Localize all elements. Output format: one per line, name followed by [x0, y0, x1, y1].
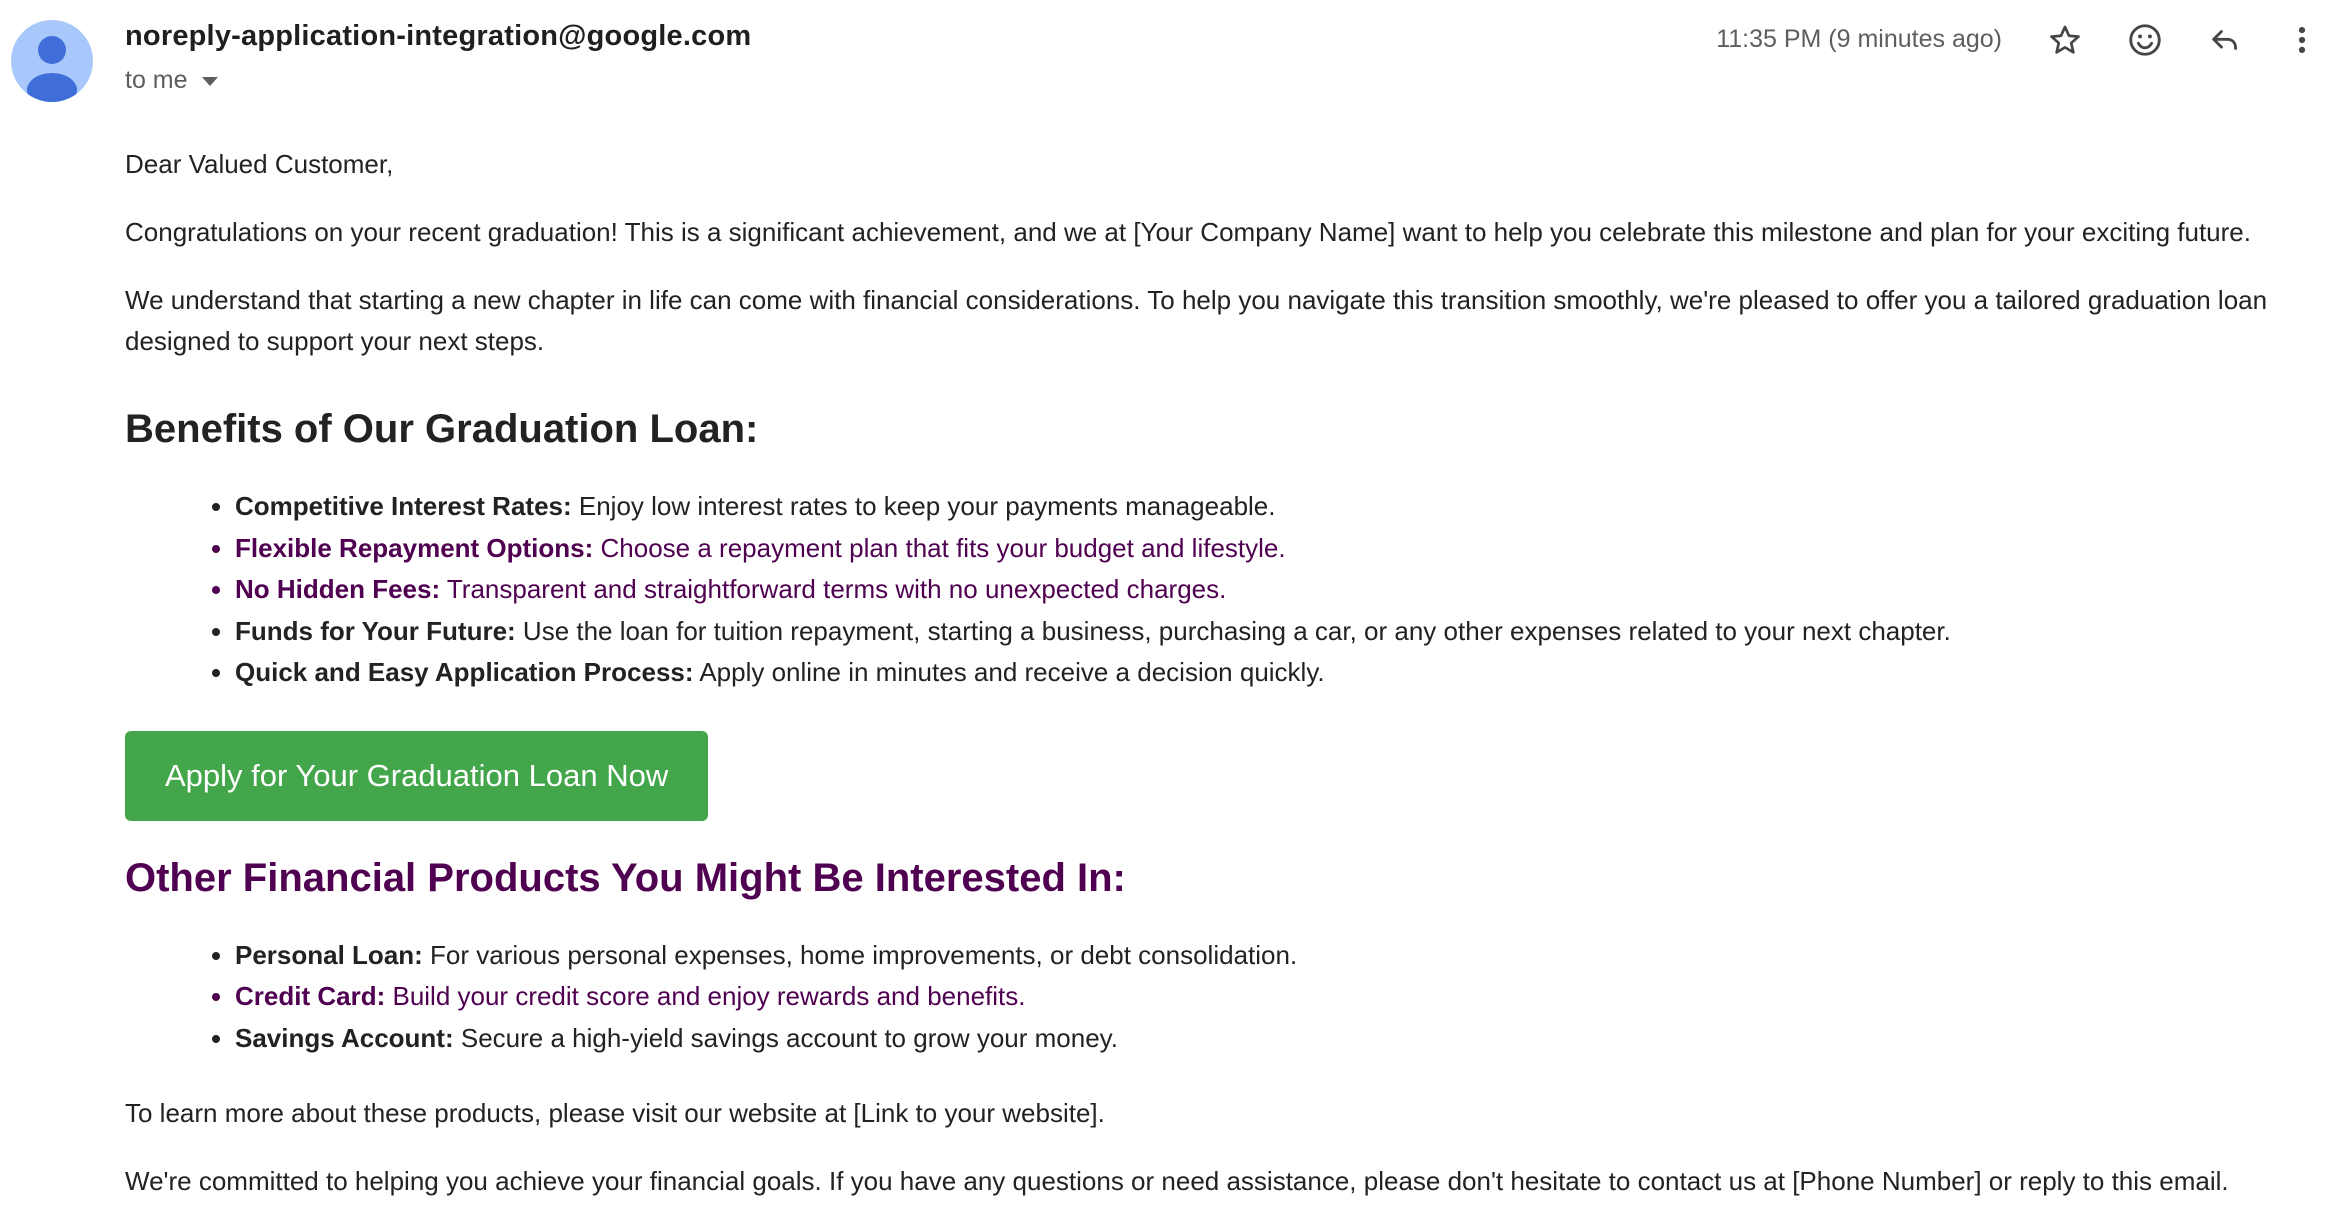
list-item: Personal Loan: For various personal expe…	[235, 935, 2305, 977]
recipient-label: to me	[125, 66, 188, 94]
product-text: Secure a high-yield savings account to g…	[453, 1022, 1118, 1053]
list-item: No Hidden Fees: Transparent and straight…	[235, 569, 2305, 611]
benefit-text: Apply online in minutes and receive a de…	[693, 657, 1325, 687]
benefit-title: Flexible Repayment Options:	[235, 532, 594, 563]
benefit-title: Competitive Interest Rates:	[235, 491, 572, 521]
greeting: Dear Valued Customer,	[125, 149, 394, 179]
benefit-text: Choose a repayment plan that fits your b…	[593, 532, 1286, 563]
list-item: Savings Account: Secure a high-yield sav…	[235, 1018, 2305, 1060]
paragraph-congratulations: Congratulations on your recent graduatio…	[125, 217, 2251, 247]
paragraph-contact: We're committed to helping you achieve y…	[125, 1166, 2229, 1196]
email-timestamp: 11:35 PM (9 minutes ago)	[1716, 25, 2002, 53]
paragraph-learn-more: To learn more about these products, plea…	[125, 1098, 1105, 1128]
avatar-person-icon	[27, 36, 77, 102]
benefit-title: No Hidden Fees:	[235, 574, 441, 604]
reply-button[interactable]	[2203, 18, 2247, 62]
recipient-details-toggle[interactable]: to me	[125, 66, 218, 95]
products-list: Personal Loan: For various personal expe…	[125, 935, 2305, 1060]
more-options-button[interactable]	[2280, 18, 2324, 62]
product-title: Credit Card:	[235, 981, 386, 1011]
list-item: Credit Card: Build your credit score and…	[235, 976, 2305, 1018]
sender-avatar[interactable]	[11, 20, 93, 102]
benefits-list: Competitive Interest Rates: Enjoy low in…	[125, 486, 2305, 694]
list-item: Competitive Interest Rates: Enjoy low in…	[235, 486, 2305, 528]
more-vert-icon	[2298, 26, 2306, 54]
product-title: Savings Account:	[235, 1022, 454, 1053]
chevron-down-icon	[201, 77, 218, 86]
other-products-heading: Other Financial Products You Might Be In…	[125, 855, 1126, 900]
benefit-text: Enjoy low interest rates to keep your pa…	[571, 491, 1276, 521]
list-item: Funds for Your Future: Use the loan for …	[235, 611, 2305, 653]
paragraph-loan-offer: We understand that starting a new chapte…	[125, 285, 2268, 356]
benefit-title: Funds for Your Future:	[235, 615, 516, 646]
sender-address: noreply-application-integration@google.c…	[125, 20, 752, 52]
star-button[interactable]	[2043, 18, 2087, 62]
emoji-icon	[2129, 24, 2161, 56]
benefit-text: Transparent and straightforward terms wi…	[440, 574, 1227, 604]
reply-icon	[2212, 30, 2238, 50]
product-text: For various personal expenses, home impr…	[422, 939, 1298, 970]
benefit-title: Quick and Easy Application Process:	[235, 657, 694, 687]
benefit-text: Use the loan for tuition repayment, star…	[515, 615, 1951, 646]
add-reaction-button[interactable]	[2123, 18, 2167, 62]
product-text: Build your credit score and enjoy reward…	[385, 981, 1026, 1011]
product-title: Personal Loan:	[235, 939, 423, 970]
list-item: Flexible Repayment Options: Choose a rep…	[235, 528, 2305, 570]
benefits-heading: Benefits of Our Graduation Loan:	[125, 407, 759, 451]
list-item: Quick and Easy Application Process: Appl…	[235, 652, 2305, 694]
email-body: Dear Valued Customer, Congratulations on…	[125, 144, 2305, 1229]
apply-loan-button[interactable]: Apply for Your Graduation Loan Now	[125, 730, 709, 821]
star-icon	[2050, 25, 2080, 54]
